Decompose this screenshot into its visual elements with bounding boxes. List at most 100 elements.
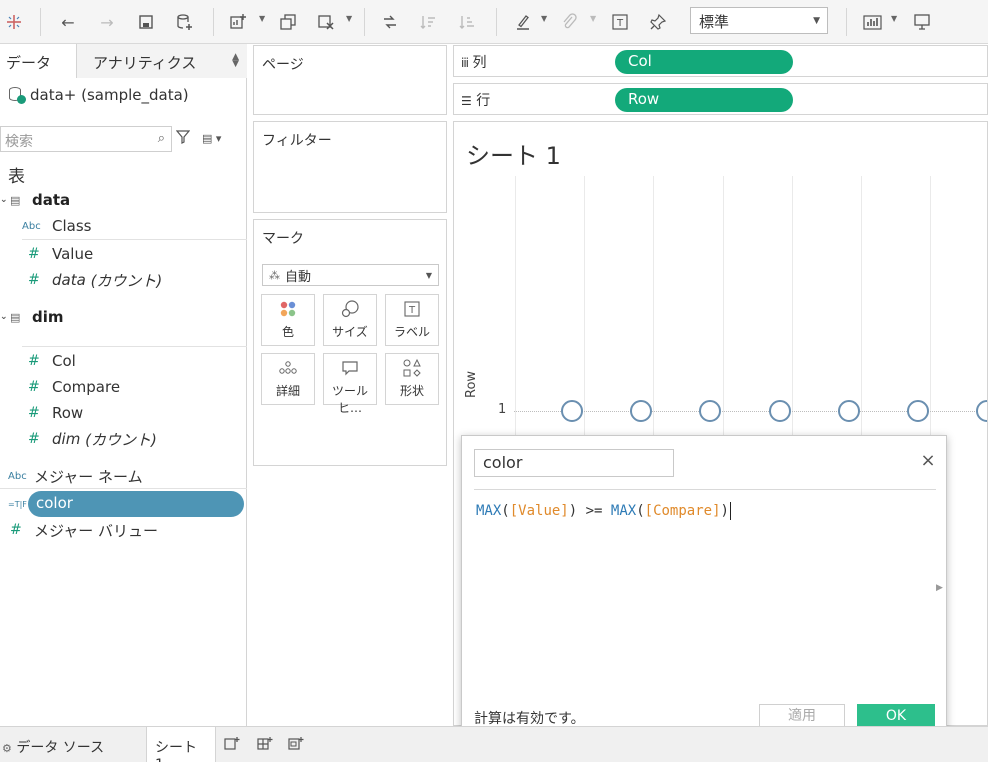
field-col[interactable]: # Col	[22, 349, 76, 373]
tab-data[interactable]: データ	[0, 44, 76, 78]
field-name: dim	[52, 430, 81, 448]
svg-text:T: T	[616, 18, 624, 29]
view-options-icon[interactable]: ▤ ▾	[202, 132, 221, 145]
circle-mark[interactable]	[769, 400, 791, 422]
save-icon[interactable]	[134, 10, 158, 34]
data-source-icon	[8, 86, 26, 104]
tab-sheet-1[interactable]: シート 1	[146, 727, 216, 762]
color-mark-button[interactable]: 色	[261, 294, 315, 346]
ok-button[interactable]: OK	[857, 704, 935, 728]
field-compare[interactable]: # Compare	[22, 375, 120, 399]
calc-name-input[interactable]: color	[474, 449, 674, 477]
duplicate-sheet-icon[interactable]	[276, 10, 300, 34]
show-mark-labels-icon[interactable]: T	[608, 10, 632, 34]
tab-analytics[interactable]: アナリティクス ▲ ▼	[76, 44, 247, 78]
fit-dropdown-value: 標準	[699, 13, 730, 31]
column-gridline	[515, 176, 516, 436]
search-input[interactable]: 検索 ⌕	[0, 126, 172, 152]
circle-mark[interactable]	[561, 400, 583, 422]
tab-data-source[interactable]: ⚙ データ ソース	[0, 727, 146, 762]
formula-editor[interactable]: MAX([Value]) >= MAX([Compare])	[476, 502, 731, 520]
tooltip-mark-label: ツールヒ…	[331, 384, 368, 415]
close-icon[interactable]: ×	[919, 452, 937, 470]
search-icon[interactable]: ⌕	[158, 131, 165, 146]
mark-type-dropdown[interactable]: ⁂ 自動 ▼	[262, 264, 439, 286]
label-mark-button[interactable]: T ラベル	[385, 294, 439, 346]
new-worksheet-icon[interactable]	[226, 10, 250, 34]
highlight-icon[interactable]	[511, 10, 535, 34]
shape-mark-button[interactable]: 形状	[385, 353, 439, 405]
field-name: color	[36, 494, 73, 512]
field-color-selected[interactable]: color	[28, 491, 244, 517]
data-source-item[interactable]: data+ (sample_data)	[8, 86, 189, 104]
new-data-source-icon[interactable]	[173, 10, 197, 34]
formula-field: [Value]	[509, 503, 569, 519]
filters-shelf[interactable]: フィルター	[253, 121, 447, 213]
circle-mark[interactable]	[630, 400, 652, 422]
filter-icon[interactable]	[176, 130, 190, 144]
pages-shelf[interactable]: ページ	[253, 45, 447, 115]
tooltip-mark-button[interactable]: ツールヒ…	[323, 353, 377, 415]
table-group-name: dim	[32, 308, 64, 326]
data-pane: データ アナリティクス ▲ ▼ data+ (sample_data) 検索 ⌕ …	[0, 44, 247, 726]
field-measure-values[interactable]: # メジャー バリュー	[0, 518, 158, 542]
rows-shelf-label: ☰ 行	[461, 90, 490, 110]
group-members-icon[interactable]	[557, 10, 581, 34]
field-data-count[interactable]: # data (カウント)	[22, 268, 162, 292]
circle-mark[interactable]	[838, 400, 860, 422]
redo-icon[interactable]: →	[95, 10, 119, 34]
columns-pill-col[interactable]: Col	[615, 50, 793, 74]
tableau-logo-icon[interactable]	[2, 10, 26, 34]
data-pane-tabs: データ アナリティクス ▲ ▼	[0, 44, 247, 78]
field-dim-count[interactable]: # dim (カウント)	[22, 427, 157, 451]
rows-shelf[interactable]: ☰ 行 Row	[453, 83, 988, 115]
chevron-down-icon[interactable]: ▼	[891, 14, 897, 23]
chevron-down-icon[interactable]: ▼	[346, 14, 352, 23]
color-mark-label: 色	[281, 325, 294, 339]
field-name: data	[52, 271, 86, 289]
sheet-title: シート 1	[466, 142, 561, 170]
undo-icon[interactable]: ←	[56, 10, 80, 34]
table-group-data[interactable]: ⌄ ▤ data	[0, 191, 70, 209]
swap-rows-columns-icon[interactable]	[378, 10, 402, 34]
size-mark-button[interactable]: サイズ	[323, 294, 377, 346]
row-axis-title: Row	[464, 370, 479, 398]
chevron-down-icon[interactable]: ▼	[541, 14, 547, 23]
columns-shelf[interactable]: iii 列 Col	[453, 45, 988, 77]
field-name: Class	[52, 217, 92, 235]
collapse-chevron-icon[interactable]: ⌄	[0, 195, 10, 205]
new-story-icon[interactable]	[287, 736, 305, 754]
fit-dropdown[interactable]: 標準 ▼	[690, 7, 828, 34]
clear-sheet-icon[interactable]	[314, 10, 338, 34]
table-group-dim[interactable]: ⌄ ▤ dim	[0, 308, 64, 326]
new-worksheet-icon[interactable]	[223, 736, 241, 754]
circle-mark[interactable]	[976, 400, 987, 422]
calc-status: 計算は有効です。	[474, 711, 585, 727]
detail-mark-button[interactable]: 詳細	[261, 353, 315, 405]
new-dashboard-icon[interactable]	[256, 736, 274, 754]
chevron-down-icon[interactable]: ▼	[259, 14, 265, 23]
sort-ascending-icon[interactable]	[416, 10, 440, 34]
expand-arrow-icon[interactable]: ▶	[936, 583, 943, 593]
pin-icon[interactable]	[646, 10, 670, 34]
search-placeholder: 検索	[5, 134, 33, 150]
presentation-mode-icon[interactable]	[910, 10, 934, 34]
text-cursor	[729, 502, 731, 520]
size-mark-label: サイズ	[332, 325, 368, 339]
columns-shelf-title: 列	[472, 55, 487, 71]
show-me-icon[interactable]	[861, 10, 885, 34]
collapse-chevron-icon[interactable]: ⌄	[0, 312, 10, 322]
field-row[interactable]: # Row	[22, 401, 83, 425]
field-value[interactable]: # Value	[22, 242, 93, 266]
chevron-down-icon[interactable]: ▼	[590, 14, 596, 23]
column-gridline	[653, 176, 654, 436]
field-measure-names[interactable]: Abc メジャー ネーム	[0, 464, 143, 488]
circle-mark[interactable]	[699, 400, 721, 422]
tables-header: 表	[8, 167, 25, 187]
detail-dots-icon	[262, 354, 314, 382]
rows-pill-row[interactable]: Row	[615, 88, 793, 112]
circle-mark[interactable]	[907, 400, 929, 422]
sort-descending-icon[interactable]	[455, 10, 479, 34]
apply-button[interactable]: 適用	[759, 704, 845, 728]
field-class[interactable]: Abc Class	[22, 214, 91, 238]
